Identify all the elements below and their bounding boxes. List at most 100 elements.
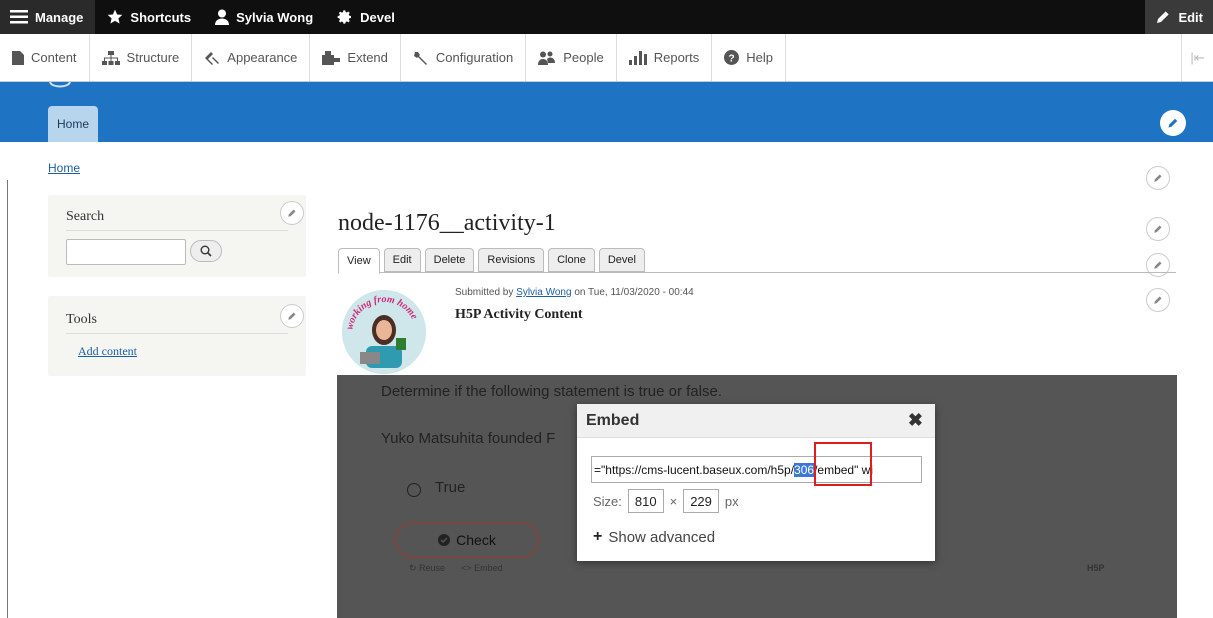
- tools-block-title: Tools: [66, 312, 97, 327]
- tab-revisions[interactable]: Revisions: [478, 248, 545, 272]
- embed-button[interactable]: <> Embed: [461, 563, 503, 574]
- show-advanced-toggle[interactable]: + Show advanced: [593, 528, 715, 546]
- breadcrumb-edit-button[interactable]: [1146, 166, 1170, 190]
- tray-label-people: People: [563, 50, 604, 65]
- tab-delete[interactable]: Delete: [424, 248, 475, 272]
- highlight-annotation-box: [814, 442, 872, 486]
- tray-label-structure: Structure: [126, 50, 180, 65]
- tray-item-help[interactable]: ? Help: [712, 34, 786, 81]
- tray-label-appearance: Appearance: [227, 50, 298, 65]
- sitemap-icon: [101, 50, 120, 65]
- page-title: node-1176__activity-1: [338, 210, 556, 236]
- node-tabs: View Edit Delete Revisions Clone Devel: [338, 248, 645, 274]
- divider: [66, 230, 288, 231]
- user-label: Sylvia Wong: [236, 9, 314, 25]
- search-block-title: Search: [66, 209, 105, 224]
- search-input[interactable]: [66, 239, 186, 265]
- tab-clone[interactable]: Clone: [548, 248, 595, 272]
- help-icon: ?: [724, 50, 740, 65]
- author-link[interactable]: Sylvia Wong: [516, 287, 571, 298]
- pencil-icon: [288, 312, 296, 320]
- tray-label-help: Help: [746, 50, 773, 65]
- edit-mode-button[interactable]: Edit: [1145, 0, 1213, 34]
- tools-block: Tools Add content: [48, 296, 306, 376]
- embed-code-field[interactable]: ="https://cms-lucent.baseux.com/h5p/306/…: [591, 456, 922, 483]
- brush-icon: [205, 51, 220, 65]
- width-input[interactable]: 810: [627, 489, 664, 513]
- logo-icon: [49, 82, 71, 88]
- user-icon: [215, 9, 230, 25]
- tab-devel[interactable]: Devel: [598, 248, 645, 272]
- tray-label-extend: Extend: [347, 50, 388, 65]
- reuse-button[interactable]: ↻ Reuse: [409, 563, 445, 574]
- edit-label: Edit: [1178, 9, 1203, 25]
- manage-button[interactable]: Manage: [0, 0, 96, 34]
- embed-dialog: Embed ✖ ="https://cms-lucent.baseux.com/…: [577, 404, 935, 561]
- pencil-icon: [1168, 118, 1178, 128]
- tray-item-structure[interactable]: Structure: [90, 34, 193, 81]
- avatar-illustration: working from home: [342, 290, 426, 374]
- search-block: Search: [48, 195, 306, 277]
- tray-item-people[interactable]: People: [526, 34, 617, 81]
- search-block-edit-button[interactable]: [280, 201, 304, 225]
- dialog-header: Embed ✖: [577, 404, 935, 438]
- embed-code-selection: 306: [794, 462, 815, 477]
- home-tab[interactable]: Home: [48, 106, 98, 142]
- tray-item-appearance[interactable]: Appearance: [192, 34, 311, 81]
- tray-item-configuration[interactable]: Configuration: [401, 34, 527, 81]
- tray-item-extend[interactable]: Extend: [310, 34, 401, 81]
- add-content-link[interactable]: Add content: [78, 344, 137, 359]
- tray-item-reports[interactable]: Reports: [617, 34, 713, 81]
- gear-icon: [337, 10, 352, 24]
- manage-label: Manage: [35, 9, 84, 25]
- show-advanced-label: Show advanced: [608, 528, 716, 546]
- height-input[interactable]: 229: [683, 489, 719, 513]
- submitted-info: Submitted by Sylvia Wong on Tue, 11/03/2…: [455, 287, 694, 298]
- search-button[interactable]: [190, 240, 222, 262]
- bar-chart-icon: [628, 50, 647, 65]
- close-icon[interactable]: ✖: [908, 410, 923, 431]
- breadcrumb-home[interactable]: Home: [48, 161, 80, 175]
- true-label: True: [435, 479, 466, 496]
- times-sign: ×: [669, 493, 678, 509]
- pencil-icon: [1154, 296, 1162, 304]
- devel-button[interactable]: Devel: [325, 0, 407, 34]
- avatar: working from home: [342, 290, 426, 374]
- true-radio[interactable]: [407, 483, 421, 497]
- title-edit-button[interactable]: [1146, 217, 1170, 241]
- pencil-icon: [288, 209, 296, 217]
- shortcuts-button[interactable]: Shortcuts: [95, 0, 203, 34]
- star-icon: [108, 9, 123, 24]
- content-edit-button[interactable]: [1146, 288, 1170, 312]
- people-icon: [538, 51, 556, 65]
- pencil-icon: [1154, 174, 1162, 182]
- menu-icon: [10, 10, 28, 24]
- h5p-logo: H5P: [1087, 563, 1105, 573]
- user-button[interactable]: Sylvia Wong: [203, 0, 325, 34]
- embed-code-before: ="https://cms-lucent.baseux.com/h5p/: [594, 462, 795, 477]
- tab-edit[interactable]: Edit: [383, 248, 421, 272]
- size-label: Size:: [593, 493, 622, 509]
- header-edit-button[interactable]: [1160, 110, 1186, 136]
- divider: [66, 333, 288, 334]
- admin-toolbar: Manage Shortcuts Sylvia Wong Devel Edit: [0, 0, 1213, 34]
- check-button[interactable]: Check: [395, 522, 539, 558]
- submitted-date: on Tue, 11/03/2020 - 00:44: [571, 287, 694, 298]
- search-icon: [200, 245, 212, 257]
- h5p-footer: ↻ Reuse <> Embed: [409, 563, 503, 574]
- size-row: Size: 810 × 229 px: [593, 489, 739, 513]
- plus-icon: +: [593, 528, 603, 545]
- tabs-edit-button[interactable]: [1146, 253, 1170, 277]
- site-header: [0, 82, 1213, 142]
- admin-tray: Content Structure Appearance Extend Conf…: [0, 34, 1213, 82]
- pencil-icon: [1157, 11, 1170, 23]
- content-subtitle: H5P Activity Content: [455, 307, 583, 322]
- tray-collapse-button[interactable]: |⇤: [1181, 34, 1213, 81]
- tray-item-content[interactable]: Content: [0, 34, 90, 81]
- submitted-prefix: Submitted by: [455, 287, 517, 298]
- page-border: [7, 180, 8, 618]
- tools-block-edit-button[interactable]: [280, 304, 304, 328]
- dialog-title: Embed: [586, 411, 640, 429]
- unit-label: px: [724, 493, 739, 509]
- tab-view[interactable]: View: [338, 248, 380, 274]
